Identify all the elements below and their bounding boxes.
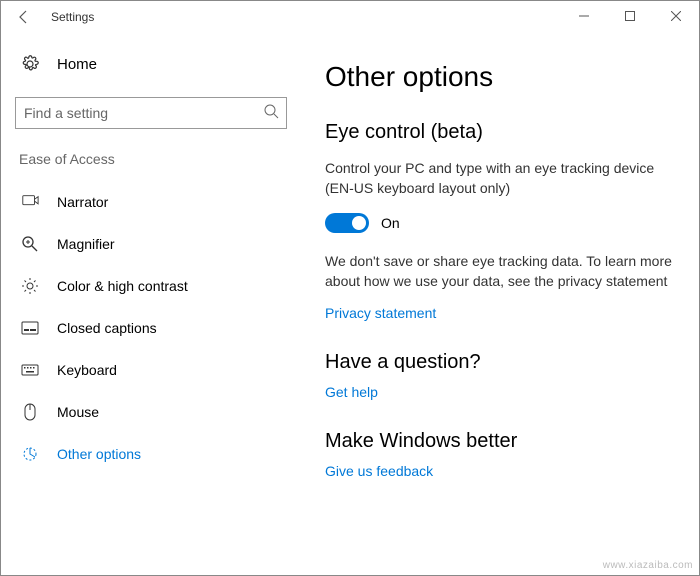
keyboard-icon [19,361,41,379]
sidebar-item-label: Narrator [57,194,108,210]
content-area: Other options Eye control (beta) Control… [301,33,699,575]
narrator-icon [19,193,41,211]
sidebar-item-narrator[interactable]: Narrator [15,181,287,223]
sidebar-item-label: Other options [57,446,141,462]
magnifier-icon [19,235,41,253]
titlebar: Settings [1,1,699,33]
mouse-icon [19,403,41,421]
sidebar-item-label: Keyboard [57,362,117,378]
search-icon [263,103,279,119]
privacy-link[interactable]: Privacy statement [325,305,675,321]
home-label: Home [57,56,97,73]
home-button[interactable]: Home [15,45,287,83]
close-button[interactable] [653,1,699,31]
sidebar-item-mouse[interactable]: Mouse [15,391,287,433]
sidebar-item-captions[interactable]: Closed captions [15,307,287,349]
question-heading: Have a question? [325,351,675,374]
sidebar-category: Ease of Access [15,151,287,167]
privacy-desc: We don't save or share eye tracking data… [325,251,675,292]
maximize-button[interactable] [607,1,653,31]
page-title: Other options [325,61,675,93]
search-input[interactable] [15,97,287,129]
back-button[interactable] [9,2,39,32]
captions-icon [19,319,41,337]
sidebar: Home Ease of Access Narrator Magnifier C… [1,33,301,575]
sidebar-item-keyboard[interactable]: Keyboard [15,349,287,391]
sidebar-item-label: Mouse [57,404,99,420]
sidebar-item-color[interactable]: Color & high contrast [15,265,287,307]
search-box[interactable] [15,97,287,129]
sidebar-item-label: Closed captions [57,320,157,336]
gear-icon [19,55,41,73]
feedback-heading: Make Windows better [325,430,675,453]
brightness-icon [19,277,41,295]
feedback-link[interactable]: Give us feedback [325,463,675,479]
eye-control-desc: Control your PC and type with an eye tra… [325,158,675,199]
eye-control-toggle[interactable] [325,213,369,233]
get-help-link[interactable]: Get help [325,384,675,400]
eye-control-heading: Eye control (beta) [325,121,675,144]
sidebar-item-label: Magnifier [57,236,115,252]
toggle-state-label: On [381,215,400,231]
sidebar-item-other-options[interactable]: Other options [15,433,287,475]
options-icon [19,445,41,463]
watermark: www.xiazaiba.com [603,560,693,571]
minimize-button[interactable] [561,1,607,31]
sidebar-item-label: Color & high contrast [57,278,188,294]
sidebar-item-magnifier[interactable]: Magnifier [15,223,287,265]
window-title: Settings [51,10,94,24]
